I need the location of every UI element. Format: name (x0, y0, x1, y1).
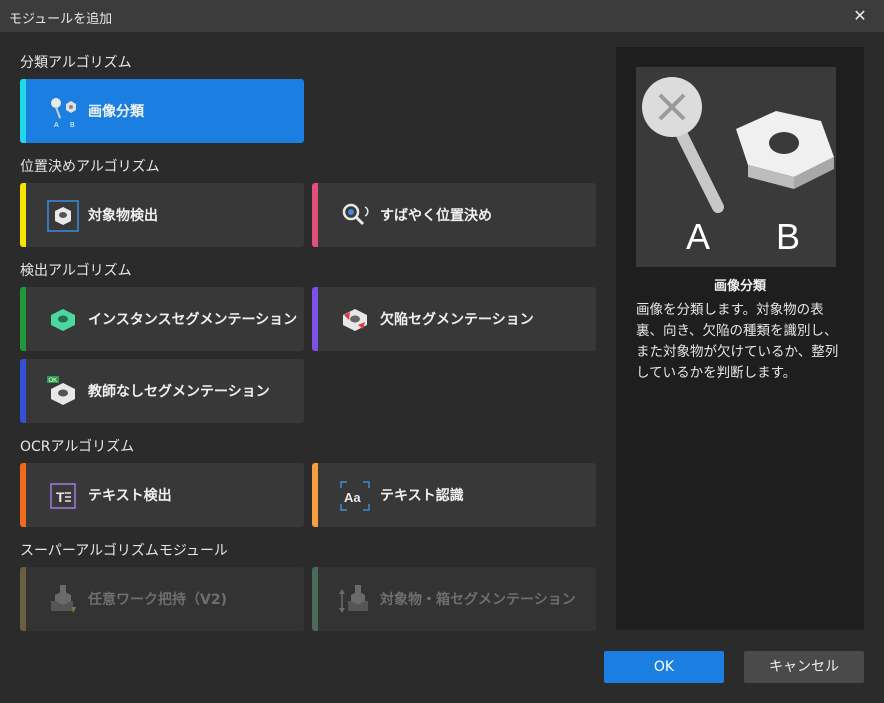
section-super-algorithms: スーパーアルゴリズムモジュール (20, 543, 228, 559)
preview-image: A B (636, 67, 836, 267)
accent-bar (20, 79, 26, 143)
magnifier-icon (338, 199, 372, 233)
accent-bar (312, 287, 318, 351)
accent-bar (20, 463, 26, 527)
text-recognize-icon: Aa (338, 479, 372, 513)
preview-panel: A B 画像分類 画像を分類します。対象物の表裏、向き、欠陥の種類を識別し、また… (616, 47, 864, 630)
module-label: インスタンスセグメンテーション (88, 312, 298, 328)
section-ocr: OCRアルゴリズム (20, 439, 135, 455)
module-text-detection[interactable]: T テキスト検出 (20, 463, 304, 527)
module-unsupervised-segmentation[interactable]: OK 教師なしセグメンテーション (20, 359, 304, 423)
nut-box-icon (46, 199, 80, 233)
preview-description: 画像を分類します。対象物の表裏、向き、欠陥の種類を識別し、また対象物が欠けている… (636, 302, 839, 381)
green-nut-icon (46, 303, 80, 337)
module-label: 任意ワーク把持（V2) (88, 592, 227, 608)
section-positioning: 位置決めアルゴリズム (20, 159, 160, 175)
section-detection: 検出アルゴリズム (20, 263, 132, 279)
module-text-recognition[interactable]: Aa テキスト認識 (312, 463, 596, 527)
accent-bar (20, 359, 26, 423)
module-object-detection[interactable]: 対象物検出 (20, 183, 304, 247)
accent-bar (312, 567, 318, 631)
text-glyph: Aa (344, 490, 361, 505)
preview-label-b: B (776, 216, 800, 257)
module-fast-positioning[interactable]: すばやく位置決め (312, 183, 596, 247)
accent-bar (312, 463, 318, 527)
accent-bar (312, 183, 318, 247)
accent-bar (20, 567, 26, 631)
module-label: 欠陥セグメンテーション (380, 312, 534, 328)
module-label: 対象物検出 (88, 208, 158, 224)
module-label: すばやく位置決め (380, 208, 492, 224)
module-object-box-segmentation[interactable]: 対象物・箱セグメンテーション (312, 567, 596, 631)
close-icon[interactable]: ✕ (850, 6, 870, 26)
cancel-button[interactable]: キャンセル (744, 651, 864, 683)
ok-badge: OK (49, 378, 58, 384)
text-glyph: T (56, 489, 65, 505)
section-classification: 分類アルゴリズム (20, 55, 132, 71)
pin-nut-icon: A B (46, 95, 80, 129)
module-label: 教師なしセグメンテーション (88, 384, 270, 400)
module-instance-segmentation[interactable]: インスタンスセグメンテーション (20, 287, 304, 351)
preview-title: 画像分類 (713, 279, 766, 294)
module-label: 画像分類 (88, 104, 144, 120)
module-image-classification[interactable]: A B 画像分類 (20, 79, 304, 143)
module-label: テキスト検出 (88, 488, 172, 504)
accent-bar (20, 287, 26, 351)
module-any-workpiece-picking[interactable]: 任意ワーク把持（V2) (20, 567, 304, 631)
preview-label-a: A (686, 216, 710, 257)
module-defect-segmentation[interactable]: 欠陥セグメンテーション (312, 287, 596, 351)
module-label: 対象物・箱セグメンテーション (380, 592, 576, 608)
accent-bar (20, 183, 26, 247)
nut-label-b: B (70, 122, 75, 129)
text-detect-icon: T (46, 479, 80, 513)
defect-nut-icon (338, 303, 372, 337)
workpiece-picking-icon (46, 583, 80, 617)
box-segmentation-icon (338, 583, 372, 617)
dialog-title: モジュールを追加 (9, 12, 113, 27)
module-label: テキスト認識 (380, 488, 464, 504)
pin-label-a: A (54, 122, 59, 129)
title-bar: モジュールを追加 ✕ (0, 0, 884, 32)
ok-nut-icon: OK (46, 375, 80, 409)
ok-button[interactable]: OK (604, 651, 724, 683)
